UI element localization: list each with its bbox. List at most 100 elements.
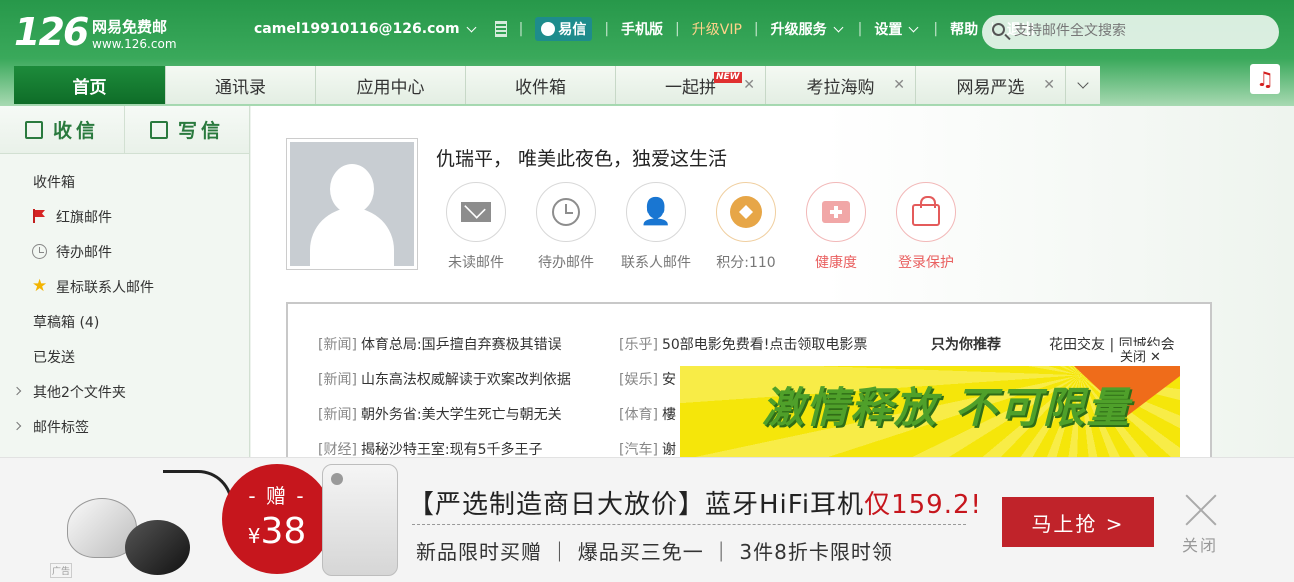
upgrade-vip-link[interactable]: 升级VIP <box>692 19 742 39</box>
news-item[interactable]: [汽车] 谢 <box>619 439 676 459</box>
avatar[interactable] <box>286 138 418 270</box>
folder-label: 收件箱 <box>33 174 75 191</box>
folder-label: 草稿箱 (4) <box>33 314 100 331</box>
popup-ad-close-button[interactable]: 关闭 ✕ <box>1118 346 1163 365</box>
receive-label: 收信 <box>52 120 99 142</box>
tab-yiqipin[interactable]: 一起拼 NEW ✕ <box>616 66 766 104</box>
compose-button[interactable]: 写信 <box>125 106 249 153</box>
stat-health[interactable]: 健康度 <box>791 182 881 272</box>
news-item[interactable]: [体育] 樓 <box>619 404 676 424</box>
folder-flagged[interactable]: 红旗邮件 <box>0 199 249 234</box>
recommend-title: 只为你推荐 <box>931 337 1001 353</box>
bottom-ad-banner[interactable]: 广告 - 赠 - ¥38 【严选制造商日大放价】蓝牙HiFi耳机仅159.2! … <box>0 457 1294 582</box>
gift-amount: ¥38 <box>247 511 307 552</box>
default-avatar-icon <box>290 142 414 266</box>
help-link[interactable]: 帮助 <box>950 19 978 39</box>
clock-icon <box>32 244 47 259</box>
stat-label: 联系人邮件 <box>621 255 691 271</box>
folder-label: 红旗邮件 <box>56 209 112 226</box>
chevron-down-icon <box>1077 77 1089 89</box>
search-input[interactable] <box>1014 23 1264 39</box>
close-label: 关闭 <box>1181 536 1218 555</box>
red-flag-icon <box>32 209 46 223</box>
stat-todo[interactable]: 待办邮件 <box>521 182 611 272</box>
popup-ad[interactable]: 激情释放 不可限量 <box>680 366 1180 458</box>
search-box[interactable] <box>982 15 1279 49</box>
upgrade-service-menu[interactable]: 升级服务 <box>771 19 846 39</box>
folder-inbox[interactable]: 收件箱 <box>0 164 249 199</box>
logo-url: www.126.com <box>92 37 177 51</box>
folder-tags[interactable]: 邮件标签 <box>0 409 249 444</box>
settings-menu[interactable]: 设置 <box>874 19 921 39</box>
folder-todo[interactable]: 待办邮件 <box>0 234 249 269</box>
folder-label: 已发送 <box>33 349 75 366</box>
folder-sent[interactable]: 已发送 <box>0 339 249 374</box>
news-item[interactable]: [财经] 揭秘沙特王室:现有5千多王子 <box>318 439 543 459</box>
qr-code-icon[interactable] <box>494 21 507 37</box>
contact-star-icon: 👤 <box>639 197 673 227</box>
banner-title: 【严选制造商日大放价】蓝牙HiFi耳机仅159.2! <box>408 490 982 520</box>
mobile-link[interactable]: 手机版 <box>621 19 663 39</box>
gift-label: - 赠 - <box>248 484 306 508</box>
buy-now-button[interactable]: 马上抢 > <box>1002 497 1154 547</box>
download-icon <box>24 120 43 139</box>
stat-label: 待办邮件 <box>538 255 594 271</box>
tab-contacts[interactable]: 通讯录 <box>166 66 316 104</box>
tab-app-center[interactable]: 应用中心 <box>316 66 466 104</box>
tab-label: 通讯录 <box>215 77 266 98</box>
tab-more-button[interactable] <box>1066 66 1100 104</box>
phone-image <box>322 464 398 576</box>
yixin-icon <box>541 22 556 36</box>
logo[interactable]: 126 网易免费邮 www.126.com <box>14 12 177 52</box>
chevron-right-icon[interactable] <box>12 421 22 431</box>
stat-login-protect[interactable]: 登录保护 <box>881 182 971 272</box>
news-item[interactable]: [乐乎] 50部电影免费看!点击领取电影票 <box>619 334 867 354</box>
stat-label: 登录保护 <box>898 255 954 271</box>
news-item[interactable]: [新闻] 山东高法权威解读于欢案改判依据 <box>318 369 571 389</box>
close-label: 关闭 <box>1120 350 1147 365</box>
ad-tag: 广告 <box>50 563 73 578</box>
stat-label: 未读邮件 <box>448 255 504 271</box>
account-email: camel19910116@126.com <box>254 21 460 37</box>
stat-points[interactable]: 积分:110 <box>701 182 791 272</box>
stat-label: 积分:110 <box>716 255 776 271</box>
news-item[interactable]: [新闻] 体育总局:国乒擅自弃赛极其错误 <box>318 334 562 354</box>
close-icon[interactable]: ✕ <box>893 77 905 93</box>
tab-inbox[interactable]: 收件箱 <box>466 66 616 104</box>
music-icon[interactable]: ♫ <box>1250 64 1280 94</box>
banner-close-button[interactable]: 关闭 <box>1178 490 1222 556</box>
mail-actions: 收信 写信 <box>0 106 249 154</box>
topbar: camel19910116@126.com | 易信 | 手机版 | 升级VIP… <box>254 17 1035 41</box>
banner-price: 仅159.2! <box>864 490 982 520</box>
news-item[interactable]: [娱乐] 安 <box>619 369 676 389</box>
star-icon: ★ <box>32 276 48 296</box>
tab-home[interactable]: 首页 <box>14 66 166 104</box>
tab-label: 一起拼 <box>665 77 716 98</box>
account-menu[interactable]: camel19910116@126.com <box>254 21 479 37</box>
stat-unread[interactable]: 未读邮件 <box>431 182 521 272</box>
divider <box>412 524 966 525</box>
close-icon[interactable]: ✕ <box>743 77 755 93</box>
yixin-button[interactable]: 易信 <box>535 17 593 41</box>
receive-button[interactable]: 收信 <box>0 106 125 153</box>
close-icon[interactable]: ✕ <box>1043 77 1055 93</box>
chevron-right-icon[interactable] <box>12 386 22 396</box>
tab-yanxuan[interactable]: 网易严选 ✕ <box>916 66 1066 104</box>
folder-list: 收件箱 红旗邮件 待办邮件 ★ 星标联系人邮件 草稿箱 (4) 已发送 其他2个… <box>0 154 249 444</box>
tab-label: 考拉海购 <box>806 77 875 98</box>
folder-label: 星标联系人邮件 <box>56 279 154 296</box>
news-item[interactable]: [新闻] 朝外务省:美大学生死亡与朝无关 <box>318 404 562 424</box>
folder-starred-contacts[interactable]: ★ 星标联系人邮件 <box>0 269 249 304</box>
close-icon: ✕ <box>1150 350 1161 365</box>
settings-label: 设置 <box>874 22 903 38</box>
stat-label: 健康度 <box>815 255 857 271</box>
compose-label: 写信 <box>177 120 224 142</box>
tab-kaola[interactable]: 考拉海购 ✕ <box>766 66 916 104</box>
folder-other[interactable]: 其他2个文件夹 <box>0 374 249 409</box>
folder-drafts[interactable]: 草稿箱 (4) <box>0 304 249 339</box>
folder-label: 其他2个文件夹 <box>33 384 126 401</box>
tab-label: 应用中心 <box>356 77 425 98</box>
yixin-label: 易信 <box>558 22 587 38</box>
search-icon[interactable] <box>992 23 1005 36</box>
stat-contact-mail[interactable]: 👤 联系人邮件 <box>611 182 701 272</box>
